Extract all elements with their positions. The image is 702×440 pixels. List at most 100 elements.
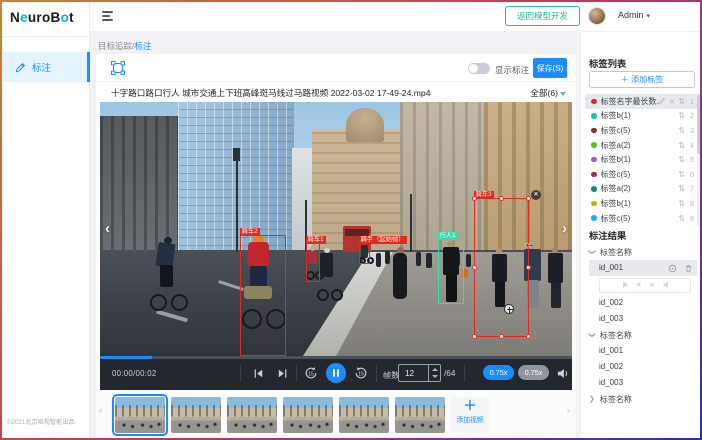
sort-icon[interactable]: ⇅ (678, 141, 685, 150)
filmstrip-next-chevron[interactable]: › (566, 405, 570, 417)
chevron-expanded-icon: ❯ (588, 249, 596, 255)
resize-handle[interactable] (472, 334, 477, 339)
pager-last-icon[interactable]: >| (663, 282, 667, 289)
delete-box-icon[interactable]: ✕ (531, 190, 541, 200)
filmstrip-prev-chevron[interactable]: ‹ (99, 405, 103, 417)
pause-button[interactable] (326, 363, 346, 383)
sort-icon[interactable]: ⇅ (678, 170, 685, 179)
playback-speed-active[interactable]: 0.75x (483, 365, 514, 380)
video-thumbnail-4[interactable] (283, 397, 333, 433)
label-color-dot (591, 128, 597, 134)
rewind-15-icon[interactable]: 15 (304, 366, 318, 380)
frame-number-input[interactable]: 12 (398, 364, 441, 382)
resize-handle[interactable] (472, 196, 477, 201)
video-thumbnail-3[interactable] (227, 397, 277, 433)
add-label-button[interactable]: ＋ 添加标签 (589, 71, 695, 88)
pager-first-icon[interactable]: |< (623, 282, 627, 289)
forward-15-icon[interactable]: 15 (354, 366, 368, 380)
frame-total-label: /64 (444, 369, 455, 378)
skip-to-end-icon[interactable] (276, 367, 289, 380)
sort-icon[interactable]: ⇅ (678, 214, 685, 223)
filmstrip: ‹ ＋ 添加视频 › (96, 390, 576, 440)
playback-speed-inactive[interactable]: 0.75x (518, 365, 549, 380)
locate-icon[interactable] (668, 264, 677, 273)
video-thumbnail-2[interactable] (171, 397, 221, 433)
label-row[interactable]: 标签b(1)⇅5 (585, 152, 698, 167)
result-item[interactable]: id_002 (589, 295, 697, 311)
label-row[interactable]: 标签a(2)⇅4 (585, 138, 698, 153)
bike-wheel (171, 294, 188, 311)
result-group-collapsed[interactable]: ❯标签名称 (589, 391, 697, 407)
sort-icon[interactable]: ⇅ (678, 155, 685, 164)
bbox-cyclist2[interactable]: 骑车2 (240, 235, 286, 356)
result-item[interactable]: id_001 (589, 343, 697, 359)
label-name: 标签b(1) (601, 154, 679, 165)
resize-handle[interactable] (499, 334, 504, 339)
delete-icon[interactable]: ✕ (669, 97, 675, 106)
label-row[interactable]: 标签c(5)⇅9 (585, 211, 698, 226)
back-to-model-dev-button[interactable]: 返回模型开发 (505, 6, 580, 26)
resize-handle[interactable] (472, 265, 477, 270)
label-row[interactable]: 标签c(5)⇅3 (585, 123, 698, 138)
app-logo: NeuroBot (10, 10, 74, 25)
resize-handle[interactable] (526, 334, 531, 339)
breadcrumb-parent[interactable]: 目标追踪 (98, 41, 132, 51)
bbox-rider-startframe[interactable]: 骑手（起始帧） (359, 243, 370, 264)
label-row[interactable]: 标签名字最长数... ✕ ⇅ 1 (585, 94, 698, 109)
resize-handle[interactable] (526, 196, 531, 201)
add-video-button[interactable]: ＋ 添加视频 (451, 397, 489, 433)
label-color-dot (591, 215, 597, 221)
progress-track[interactable] (100, 356, 572, 359)
result-item-selected[interactable]: id_001 (589, 260, 697, 276)
video-thumbnail-5[interactable] (339, 397, 389, 433)
pager-next-icon[interactable]: > (650, 282, 653, 289)
label-row[interactable]: 标签b(1)⇅2 (585, 109, 698, 124)
sort-icon[interactable]: ⇅ (678, 126, 685, 135)
result-group[interactable]: ❯标签名称 (589, 327, 697, 343)
result-item[interactable]: id_003 (589, 375, 697, 391)
edit-icon[interactable] (658, 97, 666, 105)
bounding-box-tool-icon[interactable] (110, 60, 126, 76)
skip-to-start-icon[interactable] (252, 367, 265, 380)
avatar[interactable] (588, 7, 606, 25)
divider (240, 365, 241, 382)
volume-icon[interactable] (556, 367, 569, 380)
label-row[interactable]: 标签a(2)⇅7 (585, 182, 698, 197)
person-figure (466, 254, 471, 267)
stepper-up-icon[interactable] (432, 368, 438, 371)
pager-prev-icon[interactable]: < (637, 282, 640, 289)
sort-icon[interactable]: ⇅ (678, 199, 685, 208)
sidebar-item-annotate[interactable]: 标注 (0, 52, 90, 82)
label-color-dot (591, 157, 597, 163)
video-thumbnail-1[interactable] (115, 397, 165, 433)
sort-icon[interactable]: ⇅ (678, 97, 685, 106)
prev-frame-chevron[interactable]: ‹ (105, 220, 110, 237)
result-group[interactable]: ❯标签名称 (589, 244, 697, 260)
chevron-expanded-icon: ❯ (588, 332, 596, 338)
video-thumbnail-6[interactable] (395, 397, 445, 433)
result-item[interactable]: id_002 (589, 359, 697, 375)
label-order: 9 (688, 214, 694, 223)
show-annotation-toggle[interactable] (468, 63, 490, 74)
trash-icon[interactable] (684, 264, 693, 273)
label-filter-dropdown[interactable]: 全部(6) (530, 87, 566, 99)
bbox-cyclist3-selected[interactable]: 骑车3 ✕ (474, 198, 529, 337)
save-button[interactable]: 保存(S) (533, 58, 567, 78)
sort-icon[interactable]: ⇅ (678, 111, 685, 120)
collapse-menu-icon[interactable] (102, 11, 114, 21)
label-row[interactable]: 标签b(1)⇅8 (585, 196, 698, 211)
next-frame-chevron[interactable]: › (562, 220, 567, 237)
bbox-pedestrian1[interactable]: 行人1 (438, 239, 464, 304)
result-item[interactable]: id_003 (589, 311, 697, 327)
user-menu[interactable]: Admin (618, 10, 650, 20)
stepper-down-icon[interactable] (432, 375, 438, 378)
scrollbar-thumb[interactable] (697, 94, 700, 154)
frame-stepper[interactable] (428, 365, 440, 381)
scrollbar[interactable] (697, 94, 700, 226)
bbox-cyclist1[interactable]: 骑车1 (306, 243, 320, 282)
sort-icon[interactable]: ⇅ (678, 184, 685, 193)
resize-handle[interactable] (526, 265, 531, 270)
resize-handle[interactable] (499, 196, 504, 201)
video-canvas[interactable]: 骑车2 骑车1 骑手（起始帧） 行人1 骑车3 ✕ (100, 102, 572, 356)
label-row[interactable]: 标签c(5)⇅6 (585, 167, 698, 182)
